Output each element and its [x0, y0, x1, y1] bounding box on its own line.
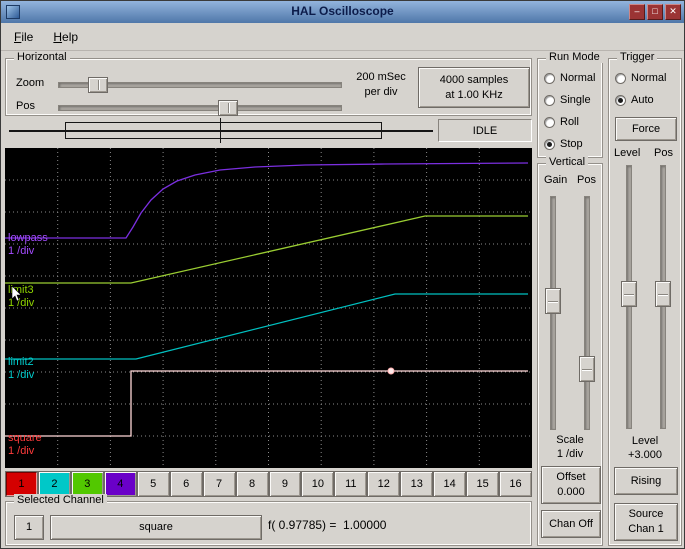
radio-indicator	[544, 116, 555, 128]
channel-button-9[interactable]: 9	[268, 471, 302, 497]
selected-channel-name-button[interactable]: square	[50, 515, 262, 540]
channel-button-16[interactable]: 16	[499, 471, 532, 497]
channel-button-6[interactable]: 6	[169, 471, 203, 497]
radio-normal[interactable]: Normal	[609, 67, 681, 89]
hpos-slider-handle[interactable]	[218, 100, 239, 116]
scale-label: Scale	[556, 434, 584, 446]
run-mode-options: Normal Single Roll Stop	[538, 67, 602, 155]
horizontal-frame: Horizontal Zoom Pos 200 mSec per div 400…	[5, 51, 532, 116]
radio-normal[interactable]: Normal	[538, 67, 602, 89]
radio-indicator	[615, 94, 626, 106]
zoom-slider-handle[interactable]	[88, 77, 109, 93]
chan-off-button[interactable]: Chan Off	[541, 510, 601, 538]
radio-label: Auto	[631, 94, 654, 106]
trace-label-lowpass: lowpass 1 /div	[8, 232, 48, 257]
trigger-level-slider[interactable]	[621, 165, 637, 429]
gain-slider[interactable]	[545, 196, 561, 430]
radio-single[interactable]: Single	[538, 89, 602, 111]
channel-button-14[interactable]: 14	[433, 471, 467, 497]
close-button[interactable]: ✕	[665, 4, 681, 20]
trigger-pos-label: Pos	[654, 147, 673, 159]
maximize-button[interactable]: □	[647, 4, 663, 20]
vpos-label: Pos	[577, 174, 596, 186]
channel-button-12[interactable]: 12	[367, 471, 401, 497]
offset-button[interactable]: Offset 0.000	[541, 466, 601, 504]
radio-label: Stop	[560, 138, 583, 150]
record-trigger-tick	[220, 118, 221, 143]
trigger-pos-slider[interactable]	[655, 165, 671, 429]
vertical-frame-label: Vertical	[546, 156, 589, 168]
horizontal-frame-label: Horizontal	[14, 51, 70, 63]
record-window-box[interactable]	[65, 122, 382, 139]
trigger-edge-button[interactable]: Rising	[614, 467, 678, 495]
radio-label: Single	[560, 94, 591, 106]
window-controls: – □ ✕	[629, 4, 681, 20]
vpos-slider-handle[interactable]	[579, 355, 595, 382]
trace-label-square: square 1 /div	[8, 432, 42, 457]
scope-display: lowpass 1 /div limit3 1 /div limit2 1 /d…	[5, 148, 532, 468]
run-mode-frame: Run Mode Normal Single Roll Stop	[537, 51, 603, 158]
menu-file[interactable]: File	[5, 27, 42, 47]
window-title: HAL Oscilloscope	[291, 4, 394, 18]
trigger-readout-value: +3.000	[628, 449, 662, 461]
radio-label: Normal	[631, 72, 667, 84]
hpos-slider[interactable]	[58, 100, 342, 116]
status-indicator: IDLE	[438, 119, 532, 142]
channel-button-13[interactable]: 13	[400, 471, 434, 497]
trigger-frame: Trigger Normal Auto Force Level Pos Level…	[608, 51, 682, 546]
radio-stop[interactable]: Stop	[538, 133, 602, 155]
trace-limit3	[5, 215, 528, 284]
channel-button-15[interactable]: 15	[466, 471, 500, 497]
trigger-readout-label: Level	[631, 435, 659, 447]
trigger-source-button[interactable]: Source Chan 1	[614, 503, 678, 541]
trace-label-limit2: limit2 1 /div	[8, 356, 35, 381]
zoom-label: Zoom	[16, 77, 45, 89]
radio-indicator	[544, 94, 555, 106]
channel-button-4[interactable]: 4	[103, 471, 137, 497]
menu-help[interactable]: Help	[44, 27, 87, 47]
trigger-options: Normal Auto	[609, 67, 681, 111]
trace-limit2	[5, 293, 528, 360]
titlebar[interactable]: HAL Oscilloscope – □ ✕	[1, 1, 684, 23]
radio-auto[interactable]: Auto	[609, 89, 681, 111]
run-mode-frame-label: Run Mode	[546, 51, 603, 63]
channel-button-7[interactable]: 7	[202, 471, 236, 497]
radio-label: Roll	[560, 116, 579, 128]
radio-label: Normal	[560, 72, 596, 84]
gain-label: Gain	[544, 174, 568, 186]
channel-button-10[interactable]: 10	[301, 471, 335, 497]
channel-value-readout: f( 0.97785) = 1.00000	[268, 518, 387, 532]
trigger-pos-slider-handle[interactable]	[655, 281, 671, 308]
radio-indicator	[544, 72, 555, 84]
radio-indicator	[544, 138, 555, 150]
hpos-label: Pos	[16, 100, 35, 112]
minimize-button[interactable]: –	[629, 4, 645, 20]
selected-channel-frame-label: Selected Channel	[14, 494, 107, 506]
vpos-slider[interactable]	[579, 196, 595, 430]
samples-button[interactable]: 4000 samples at 1.00 KHz	[418, 67, 530, 108]
trace-lowpass	[5, 162, 529, 239]
hal-oscilloscope-window: HAL Oscilloscope – □ ✕ File Help Horizont…	[0, 0, 685, 549]
force-button[interactable]: Force	[615, 117, 677, 141]
trigger-level-label: Level	[614, 147, 641, 159]
radio-roll[interactable]: Roll	[538, 111, 602, 133]
selected-channel-number-button[interactable]: 1	[14, 515, 44, 540]
mouse-cursor-icon	[11, 286, 22, 302]
zoom-slider[interactable]	[58, 77, 342, 93]
radio-indicator	[615, 72, 626, 84]
channel-button-5[interactable]: 5	[136, 471, 170, 497]
trigger-frame-label: Trigger	[617, 51, 658, 63]
channel-button-11[interactable]: 11	[334, 471, 368, 497]
gain-slider-handle[interactable]	[545, 288, 561, 315]
selected-channel-frame: Selected Channel 1 square f( 0.97785) = …	[5, 494, 532, 546]
channel-button-8[interactable]: 8	[235, 471, 269, 497]
scope-canvas	[5, 148, 532, 468]
vertical-frame: Vertical Gain Pos Scale 1 /div Offset 0.…	[537, 156, 603, 546]
scale-value: 1 /div	[556, 448, 584, 460]
trigger-level-slider-handle[interactable]	[621, 281, 637, 308]
trigger-marker	[387, 367, 395, 375]
time-per-div: 200 mSec per div	[356, 71, 406, 98]
menubar: File Help	[1, 23, 684, 51]
